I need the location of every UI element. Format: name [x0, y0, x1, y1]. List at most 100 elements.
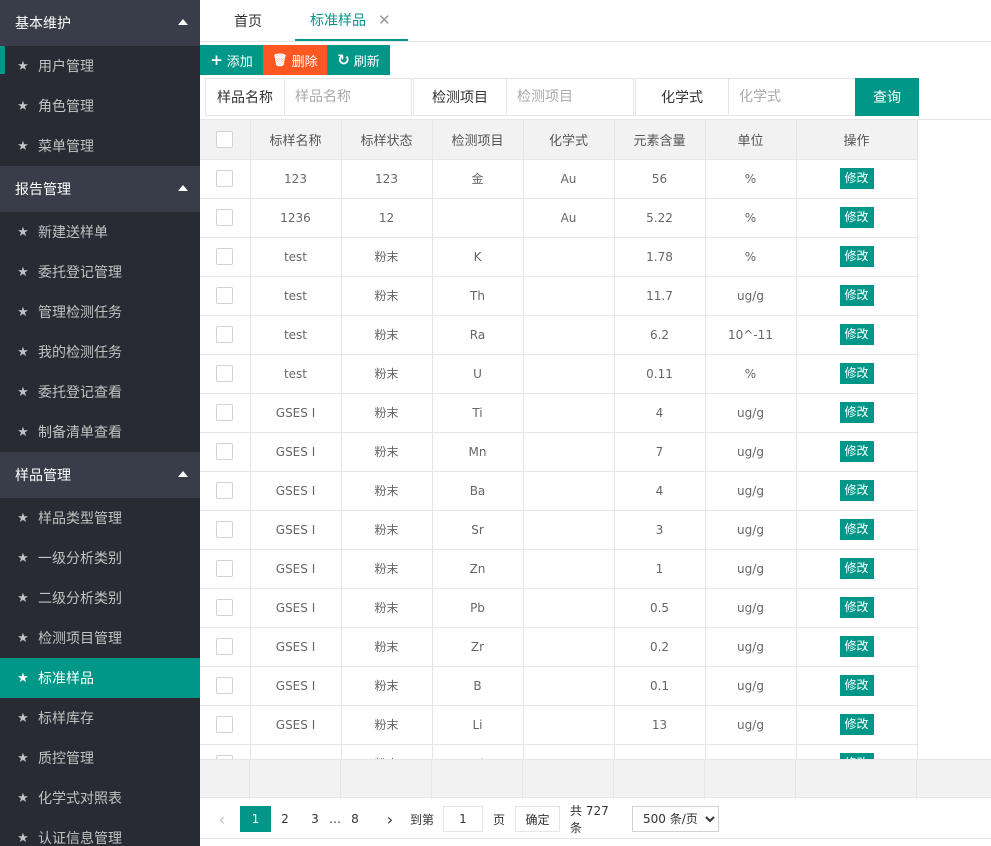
cell-formula	[523, 393, 615, 433]
sidebar-item-prep-list[interactable]: ★ 制备清单查看	[0, 412, 200, 452]
sidebar-item-category-2[interactable]: ★ 二级分析类别	[0, 578, 200, 618]
formula-input[interactable]	[729, 78, 856, 116]
sidebar-item-category-1[interactable]: ★ 一级分析类别	[0, 538, 200, 578]
sidebar-item-task-manage[interactable]: ★ 管理检测任务	[0, 292, 200, 332]
edit-button[interactable]: 修改	[839, 714, 874, 735]
cell-test-item: K	[432, 237, 524, 277]
cell-sample-state: 粉末	[341, 588, 433, 628]
edit-button[interactable]: 修改	[839, 441, 874, 462]
cell-formula	[523, 510, 615, 550]
goto-page-input[interactable]: 1	[443, 806, 483, 832]
footer-cell	[341, 760, 432, 799]
test-item-input[interactable]	[507, 78, 634, 116]
row-checkbox[interactable]	[216, 404, 234, 421]
sidebar-item-certification[interactable]: ★ 认证信息管理	[0, 818, 200, 846]
header-sample-state[interactable]: 标样状态	[341, 120, 433, 160]
row-checkbox[interactable]	[216, 248, 234, 265]
header-unit[interactable]: 单位	[705, 120, 797, 160]
edit-button[interactable]: 修改	[839, 246, 874, 267]
pagination: ‹ 1 2 3 … 8 › 到第 1 页 确定 共 727 条 500 条/页	[200, 799, 991, 839]
prev-page-icon[interactable]: ‹	[212, 806, 232, 832]
nav-group-sample[interactable]: 样品管理	[0, 452, 200, 498]
close-icon[interactable]: ✕	[378, 11, 391, 29]
row-checkbox[interactable]	[216, 599, 234, 616]
sidebar-item-label: 委托登记查看	[38, 385, 122, 401]
edit-button[interactable]: 修改	[839, 519, 874, 540]
cell-content: 0.5	[614, 588, 706, 628]
sidebar-item-my-tasks[interactable]: ★ 我的检测任务	[0, 332, 200, 372]
sidebar-item-test-items[interactable]: ★ 检测项目管理	[0, 618, 200, 658]
page-size-select[interactable]: 500 条/页	[632, 806, 719, 832]
delete-button[interactable]: 🗑 删除	[263, 45, 327, 75]
row-select-cell	[200, 588, 251, 628]
row-checkbox[interactable]	[216, 209, 234, 226]
row-checkbox[interactable]	[216, 521, 234, 538]
edit-button[interactable]: 修改	[839, 402, 874, 423]
row-select-cell	[200, 315, 251, 355]
row-checkbox[interactable]	[216, 677, 234, 694]
edit-button[interactable]: 修改	[839, 363, 874, 384]
sidebar-item-formula-table[interactable]: ★ 化学式对照表	[0, 778, 200, 818]
sidebar-item-users[interactable]: ★ 用户管理	[0, 46, 200, 86]
confirm-button[interactable]: 确定	[515, 806, 560, 832]
cell-content: 0.2	[614, 627, 706, 667]
header-content[interactable]: 元素含量	[614, 120, 706, 160]
row-checkbox[interactable]	[216, 560, 234, 577]
cell-unit: ug/g	[705, 276, 797, 316]
row-checkbox[interactable]	[216, 287, 234, 304]
page-2[interactable]: 2	[277, 806, 293, 832]
cell-unit: %	[705, 198, 797, 238]
page-3[interactable]: 3	[307, 806, 323, 832]
next-page-icon[interactable]: ›	[380, 806, 400, 832]
edit-button[interactable]: 修改	[839, 168, 874, 189]
row-checkbox[interactable]	[216, 716, 234, 733]
sidebar-item-stock[interactable]: ★ 标样库存	[0, 698, 200, 738]
footer-cell	[432, 760, 523, 799]
sidebar-item-commission-manage[interactable]: ★ 委托登记管理	[0, 252, 200, 292]
edit-button[interactable]: 修改	[839, 558, 874, 579]
row-checkbox[interactable]	[216, 638, 234, 655]
header-test-item[interactable]: 检测项目	[432, 120, 524, 160]
nav-group-report[interactable]: 报告管理	[0, 166, 200, 212]
cell-formula	[523, 627, 615, 667]
edit-button[interactable]: 修改	[839, 207, 874, 228]
sidebar-item-label: 新建送样单	[38, 225, 108, 241]
edit-button[interactable]: 修改	[839, 636, 874, 657]
cell-sample-name: 1236	[250, 198, 342, 238]
query-button[interactable]: 查询	[855, 78, 919, 116]
refresh-button[interactable]: ↻ 刷新	[327, 45, 390, 75]
cell-test-item: Zr	[432, 627, 524, 667]
row-checkbox[interactable]	[216, 326, 234, 343]
sidebar-item-menus[interactable]: ★ 菜单管理	[0, 126, 200, 166]
sidebar-item-standard-samples[interactable]: ★ 标准样品	[0, 658, 200, 698]
cell-sample-state: 粉末	[341, 354, 433, 394]
sample-name-input[interactable]	[285, 78, 412, 116]
sidebar-item-commission-view[interactable]: ★ 委托登记查看	[0, 372, 200, 412]
row-checkbox[interactable]	[216, 365, 234, 382]
sidebar-item-sample-types[interactable]: ★ 样品类型管理	[0, 498, 200, 538]
sidebar-item-new-sample[interactable]: ★ 新建送样单	[0, 212, 200, 252]
header-formula[interactable]: 化学式	[523, 120, 615, 160]
tab-home[interactable]: 首页	[234, 0, 262, 41]
edit-button[interactable]: 修改	[839, 324, 874, 345]
edit-button[interactable]: 修改	[839, 675, 874, 696]
tab-standard-samples[interactable]: 标准样品 ✕	[295, 0, 408, 41]
table-row: test 粉末 Th 11.7 ug/g 修改	[200, 276, 918, 316]
row-checkbox[interactable]	[216, 482, 234, 499]
add-button[interactable]: + 添加	[200, 45, 263, 75]
cell-sample-state: 12	[341, 198, 433, 238]
sidebar-item-roles[interactable]: ★ 角色管理	[0, 86, 200, 126]
header-sample-name[interactable]: 标样名称	[250, 120, 342, 160]
nav-group-basic[interactable]: 基本维护	[0, 0, 200, 46]
row-checkbox[interactable]	[216, 170, 234, 187]
page-last[interactable]: 8	[347, 806, 363, 832]
row-checkbox[interactable]	[216, 443, 234, 460]
page-1[interactable]: 1	[240, 806, 271, 832]
sidebar-item-label: 我的检测任务	[38, 345, 122, 361]
edit-button[interactable]: 修改	[839, 285, 874, 306]
sidebar-item-quality-control[interactable]: ★ 质控管理	[0, 738, 200, 778]
cell-test-item: 金	[432, 159, 524, 199]
select-all-checkbox[interactable]	[216, 130, 234, 148]
edit-button[interactable]: 修改	[839, 480, 874, 501]
edit-button[interactable]: 修改	[839, 597, 874, 618]
